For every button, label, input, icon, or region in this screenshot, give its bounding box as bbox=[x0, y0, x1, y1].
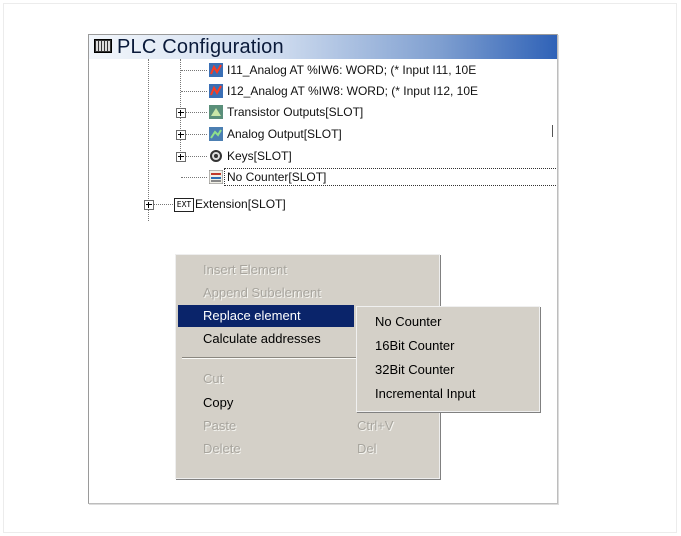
submenu-item-incremental-input[interactable]: Incremental Input bbox=[375, 383, 475, 405]
tree-row-transistor-outputs[interactable]: Transistor Outputs[SLOT] bbox=[89, 103, 557, 121]
tree-connector bbox=[186, 134, 207, 135]
menu-item-paste[interactable]: Paste Ctrl+V bbox=[178, 415, 437, 437]
tree-row-i12[interactable]: I12_Analog AT %IW8: WORD; (* Input I12, … bbox=[89, 82, 557, 100]
text-cursor bbox=[552, 125, 553, 137]
tree-row-label: Extension[SLOT] bbox=[195, 197, 286, 211]
tree-row-no-counter[interactable]: No Counter[SLOT] bbox=[89, 168, 557, 186]
expand-icon[interactable] bbox=[176, 108, 186, 118]
tree-connector bbox=[154, 204, 173, 205]
tree-connector bbox=[181, 91, 207, 92]
menu-shortcut: Ctrl+V bbox=[357, 418, 394, 433]
window-title: PLC Configuration bbox=[117, 36, 284, 58]
config-tree[interactable]: I11_Analog AT %IW6: WORD; (* Input I11, … bbox=[89, 59, 557, 279]
analog-input-icon bbox=[209, 63, 223, 77]
menu-shortcut: Del bbox=[357, 441, 377, 456]
tree-row-label: Transistor Outputs[SLOT] bbox=[227, 105, 364, 119]
expand-icon[interactable] bbox=[176, 130, 186, 140]
replace-element-submenu: No Counter 16Bit Counter 32Bit Counter I… bbox=[356, 306, 540, 412]
counter-icon bbox=[209, 170, 223, 184]
tree-row-analog-output[interactable]: Analog Output[SLOT] bbox=[89, 125, 557, 143]
analog-output-icon bbox=[209, 127, 223, 141]
submenu-item-16bit-counter[interactable]: 16Bit Counter bbox=[375, 335, 455, 357]
submenu-item-no-counter[interactable]: No Counter bbox=[375, 311, 441, 333]
keys-icon bbox=[210, 150, 222, 162]
tree-connector bbox=[186, 156, 207, 157]
menu-item-insert-element[interactable]: Insert Element bbox=[178, 259, 437, 281]
menu-item-replace-element[interactable]: Replace element bbox=[178, 305, 354, 327]
submenu-item-32bit-counter[interactable]: 32Bit Counter bbox=[375, 359, 455, 381]
tree-row-label: No Counter[SLOT] bbox=[227, 170, 327, 184]
tree-row-keys[interactable]: Keys[SLOT] bbox=[89, 147, 557, 165]
tree-connector bbox=[186, 112, 207, 113]
tree-connector bbox=[181, 70, 207, 71]
digital-output-icon bbox=[209, 105, 223, 119]
menu-item-append-subelement[interactable]: Append Subelement bbox=[178, 282, 437, 304]
tree-row-label: I12_Analog AT %IW8: WORD; (* Input I12, … bbox=[227, 84, 479, 98]
window-titlebar: PLC Configuration bbox=[89, 35, 557, 59]
analog-input-icon bbox=[209, 84, 223, 98]
plc-config-icon bbox=[94, 39, 112, 53]
tree-row-label: Analog Output[SLOT] bbox=[227, 127, 342, 141]
expand-icon[interactable] bbox=[144, 200, 154, 210]
expand-icon[interactable] bbox=[176, 152, 186, 162]
tree-row-label: I11_Analog AT %IW6: WORD; (* Input I11, … bbox=[227, 63, 477, 77]
tree-connector bbox=[181, 177, 207, 178]
tree-row-i11[interactable]: I11_Analog AT %IW6: WORD; (* Input I11, … bbox=[89, 61, 557, 79]
tree-row-label: Keys[SLOT] bbox=[227, 149, 292, 163]
extension-icon: EXT bbox=[174, 198, 194, 212]
tree-row-extension[interactable]: EXT Extension[SLOT] bbox=[89, 195, 557, 213]
menu-separator bbox=[182, 357, 358, 359]
menu-item-delete[interactable]: Delete Del bbox=[178, 438, 437, 460]
